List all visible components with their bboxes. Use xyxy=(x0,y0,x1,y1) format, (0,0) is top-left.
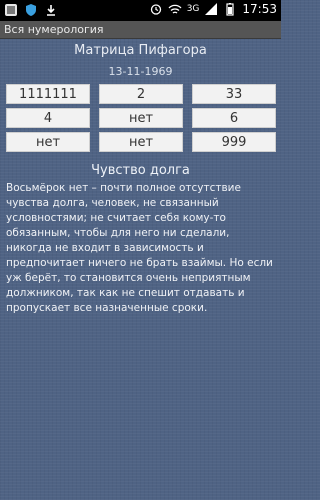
matrix-cell: 999 xyxy=(192,132,276,152)
alarm-icon xyxy=(150,4,161,15)
clock: 17:53 xyxy=(242,2,277,16)
status-bar: 3G 17:53 xyxy=(0,0,281,21)
page-title: Матрица Пифагора xyxy=(74,43,207,58)
section-description: Восьмёрок нет – почти полное отсутствие … xyxy=(6,182,273,314)
section-title: Чувство долга xyxy=(91,163,190,178)
download-icon xyxy=(47,5,55,16)
wifi-icon xyxy=(168,4,182,14)
matrix-cell: 6 xyxy=(192,108,276,128)
matrix-cell: 4 xyxy=(6,108,90,128)
matrix-cell: нет xyxy=(99,132,183,152)
app-title: Вся нумерология xyxy=(4,23,104,36)
matrix-cell: 1111111 xyxy=(6,84,90,104)
matrix-cell: 33 xyxy=(192,84,276,104)
birth-date: 13-11-1969 xyxy=(108,65,173,78)
matrix-cell: нет xyxy=(6,132,90,152)
signal-icon xyxy=(205,3,218,15)
status-right-icons: 3G 17:53 xyxy=(149,2,277,16)
matrix-cell: 2 xyxy=(99,84,183,104)
app-icon xyxy=(5,4,17,16)
app-title-bar: Вся нумерология xyxy=(0,21,281,39)
shield-icon xyxy=(26,4,36,16)
matrix-cell: нет xyxy=(99,108,183,128)
status-left-icons xyxy=(4,3,58,17)
network-type: 3G xyxy=(186,4,200,14)
battery-icon xyxy=(226,3,235,16)
